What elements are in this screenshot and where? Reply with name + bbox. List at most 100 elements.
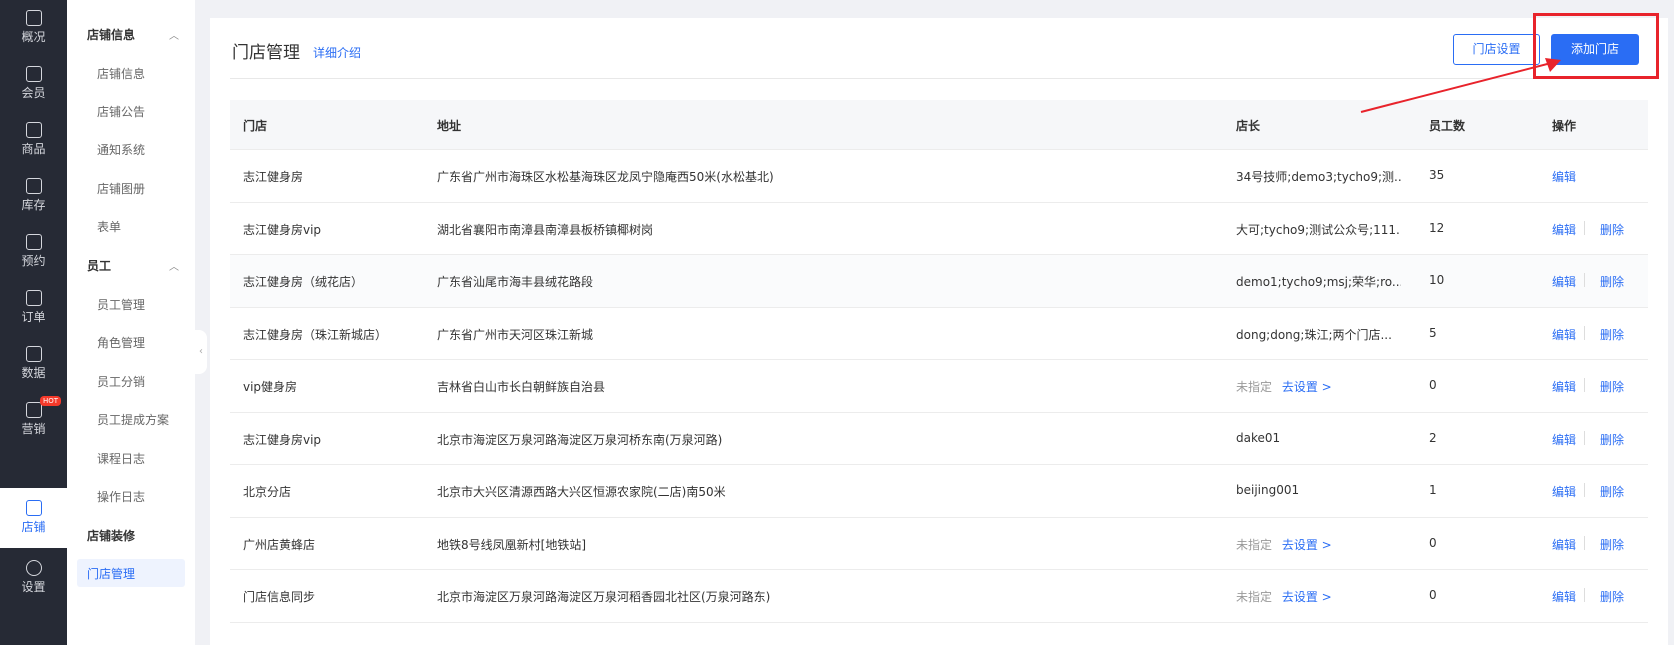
action-separator xyxy=(1584,535,1585,550)
cell-store: 志江健身房vip xyxy=(243,432,322,447)
crown-icon xyxy=(25,66,42,82)
cell-store: vip健身房 xyxy=(243,380,298,394)
delete-link[interactable]: 删除 xyxy=(1600,326,1624,343)
cell-manager: 未指定 去设置 > xyxy=(1236,378,1401,395)
unassigned-label: 未指定 xyxy=(1236,537,1273,552)
go-set-link[interactable]: 去设置 > xyxy=(1282,590,1332,604)
cell-staff-count: 0 xyxy=(1429,378,1437,392)
delete-link[interactable]: 删除 xyxy=(1600,588,1624,605)
edit-link[interactable]: 编辑 xyxy=(1552,378,1576,395)
action-separator xyxy=(1584,483,1585,497)
nav-item-overview[interactable]: 概况 xyxy=(0,0,67,56)
submenu-group-shop-info[interactable]: 店铺信息 ︿ xyxy=(87,26,179,43)
nav-item-settings[interactable]: 设置 xyxy=(0,550,67,606)
header-address: 地址 xyxy=(437,119,462,133)
table-row: 志江健身房（绒花店） 广东省汕尾市海丰县绒花路段 demo1;tycho9;ms… xyxy=(230,255,1648,308)
nav-item-data[interactable]: 数据 xyxy=(0,336,67,392)
store-box-icon xyxy=(25,122,42,138)
cell-manager: beijing001 xyxy=(1236,483,1300,497)
cell-manager: 未指定 去设置 > xyxy=(1236,588,1401,605)
table-row: 志江健身房vip 北京市海淀区万泉河路海淀区万泉河桥东南(万泉河路) dake0… xyxy=(230,413,1648,465)
nav-item-goods[interactable]: 商品 xyxy=(0,112,67,168)
cell-manager: dake01 xyxy=(1236,430,1281,445)
submenu-group-staff[interactable]: 员工 ︿ xyxy=(87,257,179,274)
submenu-item-announcement[interactable]: 店铺公告 xyxy=(97,103,145,120)
clipboard-icon xyxy=(25,290,42,306)
delete-link[interactable]: 删除 xyxy=(1600,431,1624,448)
cell-staff-count: 35 xyxy=(1429,168,1445,182)
submenu-item-operation-log[interactable]: 操作日志 xyxy=(97,488,145,505)
inventory-icon xyxy=(25,178,42,194)
nav-item-booking[interactable]: 预约 xyxy=(0,224,67,280)
submenu-group-decoration[interactable]: 店铺装修 xyxy=(87,527,135,544)
chevron-up-icon: ︿ xyxy=(169,262,179,273)
nav-item-marketing[interactable]: HOT 营销 xyxy=(0,392,67,448)
chevron-up-icon: ︿ xyxy=(169,31,179,42)
edit-link[interactable]: 编辑 xyxy=(1552,326,1576,343)
action-separator xyxy=(1584,273,1585,287)
cell-address: 湖北省襄阳市南漳县南漳县板桥镇椰树岗 xyxy=(437,222,654,237)
edit-link[interactable]: 编辑 xyxy=(1552,483,1576,500)
cell-address: 广东省汕尾市海丰县绒花路段 xyxy=(437,275,594,289)
action-separator xyxy=(1584,430,1585,445)
store-table: 门店 地址 店长 员工数 操作 志江健身房 广东省广州市海珠区水松基海珠区龙凤宁… xyxy=(230,100,1648,623)
submenu-item-form[interactable]: 表单 xyxy=(97,218,121,235)
delete-link[interactable]: 删除 xyxy=(1600,483,1624,500)
cell-store: 广州店黄蜂店 xyxy=(243,537,316,552)
nav-item-shop[interactable]: 店铺 xyxy=(0,490,67,546)
nav-item-member[interactable]: 会员 xyxy=(0,56,67,112)
chart-icon xyxy=(25,346,42,362)
annotation-arrow-icon xyxy=(1360,58,1561,113)
collapse-sidebar-button[interactable]: ‹ xyxy=(195,330,207,374)
cell-manager: demo1;tycho9;msj;荣华;ro... xyxy=(1236,275,1401,289)
submenu-item-staff-manage[interactable]: 员工管理 xyxy=(97,296,145,313)
go-set-link[interactable]: 去设置 > xyxy=(1282,380,1332,394)
hot-badge: HOT xyxy=(39,396,61,406)
submenu-item-commission[interactable]: 员工提成方案 xyxy=(97,411,169,428)
cell-manager: 大可;tycho9;测试公众号;111... xyxy=(1236,222,1401,237)
go-set-link[interactable]: 去设置 > xyxy=(1282,538,1332,552)
cell-staff-count: 2 xyxy=(1429,430,1437,445)
submenu-item-album[interactable]: 店铺图册 xyxy=(97,180,145,197)
edit-link[interactable]: 编辑 xyxy=(1552,168,1576,185)
edit-link[interactable]: 编辑 xyxy=(1552,588,1576,605)
submenu-item-course-log[interactable]: 课程日志 xyxy=(97,450,145,467)
cell-address: 广东省广州市海珠区水松基海珠区龙凤宁隐庵西50米(水松基北) xyxy=(437,170,774,184)
nav-item-orders[interactable]: 订单 xyxy=(0,280,67,336)
action-separator xyxy=(1584,220,1585,235)
action-separator xyxy=(1584,378,1585,392)
cell-store: 北京分店 xyxy=(243,485,292,499)
cell-store: 门店信息同步 xyxy=(243,590,316,604)
cell-store: 志江健身房（珠江新城店） xyxy=(243,327,388,342)
cell-address: 北京市海淀区万泉河路海淀区万泉河桥东南(万泉河路) xyxy=(437,432,723,447)
gift-icon xyxy=(25,402,42,418)
delete-link[interactable]: 删除 xyxy=(1600,273,1624,290)
delete-link[interactable]: 删除 xyxy=(1600,536,1624,553)
submenu-item-shop-info[interactable]: 店铺信息 xyxy=(97,65,145,82)
action-separator xyxy=(1584,588,1585,602)
edit-link[interactable]: 编辑 xyxy=(1552,431,1576,448)
submenu-item-role-manage[interactable]: 角色管理 xyxy=(97,334,145,351)
delete-link[interactable]: 删除 xyxy=(1600,378,1624,395)
action-separator xyxy=(1584,325,1585,340)
submenu-item-notification[interactable]: 通知系统 xyxy=(97,141,145,158)
cell-store: 志江健身房 xyxy=(243,170,304,184)
cell-store: 志江健身房（绒花店） xyxy=(243,275,364,289)
cell-address: 广东省广州市天河区珠江新城 xyxy=(437,327,594,342)
table-row: 志江健身房vip 湖北省襄阳市南漳县南漳县板桥镇椰树岗 大可;tycho9;测试… xyxy=(230,203,1648,255)
unassigned-label: 未指定 xyxy=(1236,380,1273,394)
table-row: 志江健身房 广东省广州市海珠区水松基海珠区龙凤宁隐庵西50米(水松基北) 34号… xyxy=(230,150,1648,203)
edit-link[interactable]: 编辑 xyxy=(1552,221,1576,238)
delete-link[interactable]: 删除 xyxy=(1600,221,1624,238)
submenu-item-store-manage[interactable]: 门店管理 xyxy=(77,559,185,587)
table-row: vip健身房 吉林省白山市长白朝鲜族自治县 未指定 去设置 > 0 编辑 删除 xyxy=(230,360,1648,413)
submenu-item-staff-distribution[interactable]: 员工分销 xyxy=(97,373,145,390)
nav-item-inventory[interactable]: 库存 xyxy=(0,168,67,224)
shop-icon xyxy=(25,500,42,516)
edit-link[interactable]: 编辑 xyxy=(1552,273,1576,290)
edit-link[interactable]: 编辑 xyxy=(1552,536,1576,553)
cell-staff-count: 12 xyxy=(1429,220,1445,235)
page-title: 门店管理 xyxy=(232,43,300,63)
detail-link[interactable]: 详细介绍 xyxy=(313,44,361,61)
table-row: 北京分店 北京市大兴区清源西路大兴区恒源农家院(二店)南50米 beijing0… xyxy=(230,465,1648,518)
